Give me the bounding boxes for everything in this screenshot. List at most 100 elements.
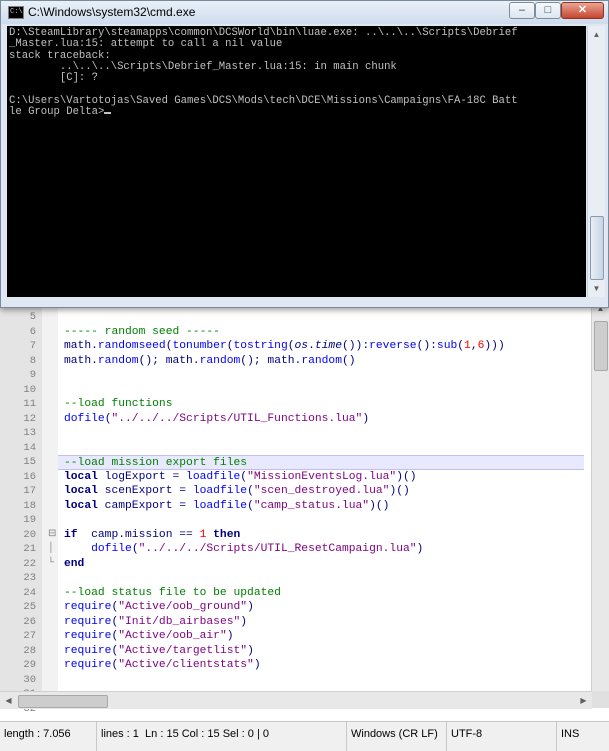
code-token: dofile bbox=[64, 412, 105, 425]
code-token: require bbox=[64, 601, 112, 613]
code-token: reverse bbox=[369, 340, 417, 352]
scroll-left-arrow-icon[interactable]: ◀ bbox=[0, 692, 17, 709]
code-line[interactable] bbox=[58, 673, 584, 688]
code-line[interactable]: local scenExport = loadfile("scen_destro… bbox=[58, 484, 584, 499]
cmd-prompt-icon[interactable]: C:\ bbox=[8, 6, 24, 19]
code-line-current[interactable]: --load mission export files bbox=[58, 455, 584, 470]
code-token: , bbox=[470, 340, 478, 352]
code-token: )() bbox=[369, 499, 390, 512]
line-number: 23 bbox=[23, 572, 36, 584]
cmd-scroll-thumb[interactable] bbox=[590, 216, 604, 280]
code-line[interactable]: --load functions bbox=[58, 397, 584, 412]
code-line[interactable]: require("Active/clientstats") bbox=[58, 658, 584, 673]
cmd-scroll-up-arrow-icon[interactable]: ▲ bbox=[588, 26, 605, 43]
code-editor[interactable]: 5 6 7 8 9 10 11 12 13 14 15 16 17 18 19 20 21 22 23 24 25 26 2… bbox=[0, 300, 609, 750]
line-number: 30 bbox=[23, 673, 36, 686]
code-token: ----- random seed ----- bbox=[64, 325, 220, 338]
code-token: "Active/oob_air" bbox=[118, 630, 227, 642]
status-insert-mode[interactable]: INS bbox=[557, 722, 609, 751]
fold-toggle-icon[interactable]: ⊟ bbox=[48, 528, 57, 543]
code-token: "camp_status.lua" bbox=[253, 499, 370, 512]
line-number: 28 bbox=[23, 644, 36, 657]
cmd-scroll-down-arrow-icon[interactable]: ▼ bbox=[588, 280, 605, 297]
code-line[interactable]: local campExport = loadfile("camp_status… bbox=[58, 499, 584, 514]
code-line[interactable]: local logExport = loadfile("MissionEvent… bbox=[58, 470, 584, 485]
editor-horizontal-scrollbar[interactable]: ◀ ▶ bbox=[0, 691, 592, 709]
cmd-window[interactable]: C:\ C:\Windows\system32\cmd.exe – □ ✕ D:… bbox=[0, 0, 609, 308]
fold-margin[interactable] bbox=[42, 300, 58, 708]
line-number: 21 bbox=[23, 543, 36, 555]
code-token: --load functions bbox=[64, 398, 173, 410]
code-line[interactable]: math.randomseed(tonumber(tostring(os.tim… bbox=[58, 339, 584, 354]
code-line[interactable]: ----- random seed ----- bbox=[58, 325, 584, 340]
code-line[interactable]: end bbox=[58, 557, 584, 572]
code-token: --load status file to be updated bbox=[64, 586, 281, 599]
line-number: 15 bbox=[23, 456, 36, 468]
code-line[interactable] bbox=[58, 310, 584, 325]
code-token: randomseed bbox=[97, 340, 166, 352]
code-line[interactable] bbox=[58, 426, 584, 441]
minimize-button[interactable]: – bbox=[509, 2, 535, 19]
code-token: loadfile bbox=[192, 499, 248, 512]
scroll-right-arrow-icon[interactable]: ▶ bbox=[575, 692, 592, 709]
line-number: 19 bbox=[23, 514, 36, 526]
console-line: le Group Delta> bbox=[9, 106, 105, 119]
line-number: 9 bbox=[29, 369, 36, 381]
code-line[interactable]: dofile("../../../Scripts/UTIL_ResetCampa… bbox=[58, 542, 584, 557]
line-number: 6 bbox=[29, 325, 36, 338]
line-number: 16 bbox=[23, 470, 36, 483]
line-number: 7 bbox=[29, 340, 36, 352]
console-cursor bbox=[104, 112, 112, 115]
maximize-button[interactable]: □ bbox=[535, 2, 561, 19]
status-position: Ln : 15 Col : 15 Sel : 0 | 0 bbox=[145, 728, 269, 740]
code-token: tonumber bbox=[172, 340, 227, 352]
code-line[interactable]: math.random(); math.random(); math.rando… bbox=[58, 354, 584, 369]
code-area[interactable]: ----- random seed ----- math.randomseed(t… bbox=[58, 300, 584, 708]
code-token: loadfile bbox=[186, 470, 241, 483]
code-token: then bbox=[213, 528, 241, 541]
status-encoding[interactable]: UTF-8 bbox=[447, 722, 557, 751]
code-token: local bbox=[64, 485, 98, 497]
code-token: local bbox=[64, 470, 98, 483]
code-token: ) bbox=[362, 412, 370, 425]
close-button[interactable]: ✕ bbox=[561, 2, 604, 19]
code-line[interactable] bbox=[58, 513, 584, 528]
code-line[interactable]: if camp.mission == 1 then bbox=[58, 528, 584, 543]
code-token: sub bbox=[436, 340, 458, 352]
status-eol[interactable]: Windows (CR LF) bbox=[347, 722, 447, 751]
code-token: if bbox=[64, 528, 78, 541]
code-line[interactable]: require("Init/db_airbases") bbox=[58, 615, 584, 630]
editor-horizontal-scroll-thumb[interactable] bbox=[18, 695, 108, 708]
code-line[interactable]: dofile("../../../Scripts/UTIL_Functions.… bbox=[58, 412, 584, 427]
scrollbar-corner bbox=[592, 691, 609, 708]
console-line: [C]: ? bbox=[9, 72, 99, 85]
line-number: 20 bbox=[23, 528, 36, 541]
console-output[interactable]: D:\SteamLibrary\steamapps\common\DCSWorl… bbox=[7, 26, 586, 297]
code-line[interactable] bbox=[58, 383, 584, 398]
editor-vertical-scroll-thumb[interactable] bbox=[594, 321, 608, 371]
code-line[interactable]: require("Active/oob_ground") bbox=[58, 600, 584, 615]
code-token: loadfile bbox=[192, 485, 248, 497]
line-number: 8 bbox=[29, 354, 36, 367]
status-length: length : 7.056 bbox=[0, 722, 97, 751]
code-token: ) bbox=[253, 659, 261, 671]
editor-vertical-scrollbar[interactable]: ▲ bbox=[591, 300, 609, 708]
line-number: 5 bbox=[29, 311, 36, 323]
cmd-vertical-scrollbar[interactable]: ▲ ▼ bbox=[587, 26, 605, 297]
code-token: require bbox=[64, 659, 112, 671]
code-line[interactable]: require("Active/targetlist") bbox=[58, 644, 584, 659]
line-number: 25 bbox=[23, 601, 36, 613]
code-line[interactable] bbox=[58, 368, 584, 383]
code-line[interactable] bbox=[58, 441, 584, 456]
code-token: ( bbox=[247, 485, 254, 497]
code-token: logExport = bbox=[97, 470, 187, 483]
code-token: --load mission export files bbox=[64, 457, 248, 469]
line-number: 29 bbox=[23, 659, 36, 671]
code-line[interactable]: --load status file to be updated bbox=[58, 586, 584, 601]
code-token: tostring bbox=[233, 340, 288, 352]
code-line[interactable]: require("Active/oob_air") bbox=[58, 629, 584, 644]
code-token: "MissionEventsLog.lua" bbox=[247, 470, 397, 483]
code-token: ) bbox=[226, 630, 234, 642]
cmd-title-bar[interactable]: C:\ C:\Windows\system32\cmd.exe – □ ✕ bbox=[1, 1, 608, 24]
code-line[interactable] bbox=[58, 571, 584, 586]
